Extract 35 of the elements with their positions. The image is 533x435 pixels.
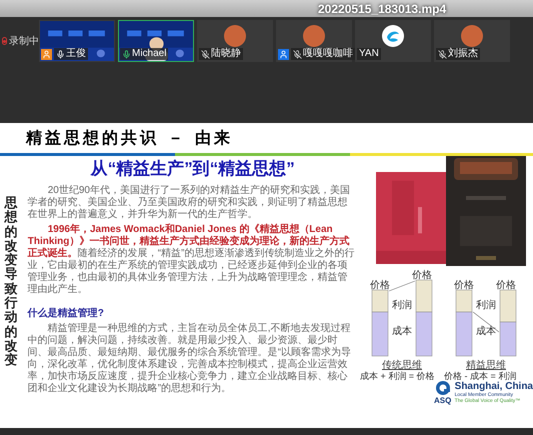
participant-tile[interactable]: 王俊	[39, 20, 115, 62]
participant-tile[interactable]: 陆晓静	[197, 20, 273, 62]
participant-tile[interactable]: Michael	[118, 20, 194, 62]
formula: 价格 - 成本 = 利润	[444, 371, 516, 380]
participant-name: 刘振杰	[436, 48, 480, 60]
participant-name: Michael	[120, 48, 168, 60]
recording-label: 录制中	[9, 34, 39, 48]
section-heading: 什么是精益管理?	[28, 306, 105, 321]
participant-name: 陆晓静	[199, 48, 243, 60]
slide-headline: 从“精益生产”到“精益思想”	[90, 158, 295, 180]
logo-mark: ASQ	[434, 396, 452, 405]
paragraph: 20世纪90年代，美国进行了一系列的对精益生产的研究和实践，美国学者的研究、美国企业、乃至美国政府的研究和实践，则证明了精益思想在世界上的普遍意义，并升华为新一代的生产哲学。	[28, 185, 351, 221]
participant-tile[interactable]: YAN	[355, 20, 431, 62]
profit-label: 利润	[476, 300, 496, 311]
formula: 成本 + 利润 = 价格	[360, 371, 434, 380]
profit-label: 利润	[392, 300, 412, 311]
side-caption: 思想的改变导致行动的改变	[4, 196, 18, 370]
slide-title: 精益思想的共识 － 由来	[26, 127, 234, 149]
price-label: 价格	[496, 280, 516, 291]
logo-city: Shanghai, China	[454, 381, 533, 392]
participant-name: 王俊	[54, 48, 88, 60]
paragraph: 精益管理是一种思维的方式，主旨在动员全体员工,不断地去发现过程中的问题，解决问题，持续改善。就是用最少投入、最少资源、最少时间、最高品质、最短纳期、最优服务的综合系统管理。是“以顾客需求为导向，深化改革，优化制度体系建设，完善成本控制模式，提高企业运营效率，加快市场反应速度，提升企业核心竞争力，建立企业战略目标、核心团和企业文化建设为长期战略”的思想和行为。	[28, 323, 352, 395]
cost-label: 成本	[392, 326, 412, 337]
price-label: 价格	[370, 280, 390, 291]
price-label: 价格	[454, 280, 474, 291]
participant-tile[interactable]: 刘振杰	[434, 20, 510, 62]
cost-label: 成本	[476, 326, 496, 337]
participant-tile[interactable]: 嘎嘎嘎咖啡	[276, 20, 352, 62]
participant-name: YAN	[357, 48, 381, 60]
video-filename: 20220515_183013.mp4	[318, 0, 446, 18]
diagram-caption: 传统思维	[382, 360, 422, 371]
diagram-caption: 精益思维	[466, 360, 506, 371]
participant-name: 嘎嘎嘎咖啡	[291, 48, 355, 60]
paragraph: 1996年，James Womack和Daniel Jones 的《精益思想（Lean Thinking）》一书问世，精益生产方式由经验变成为理论，新的生产方式正式诞生。随着经济的发展，“精益”的思想逐渐渗透到传统制造业之外的行业，它由最初的在生产系统的管理实践成功，已经逐步延伸到企业的各项管理业务，也由最初的具体业务管理方法，上升为战略管理理念，精益管理由此产生。	[28, 224, 356, 296]
price-label: 价格	[412, 270, 432, 281]
